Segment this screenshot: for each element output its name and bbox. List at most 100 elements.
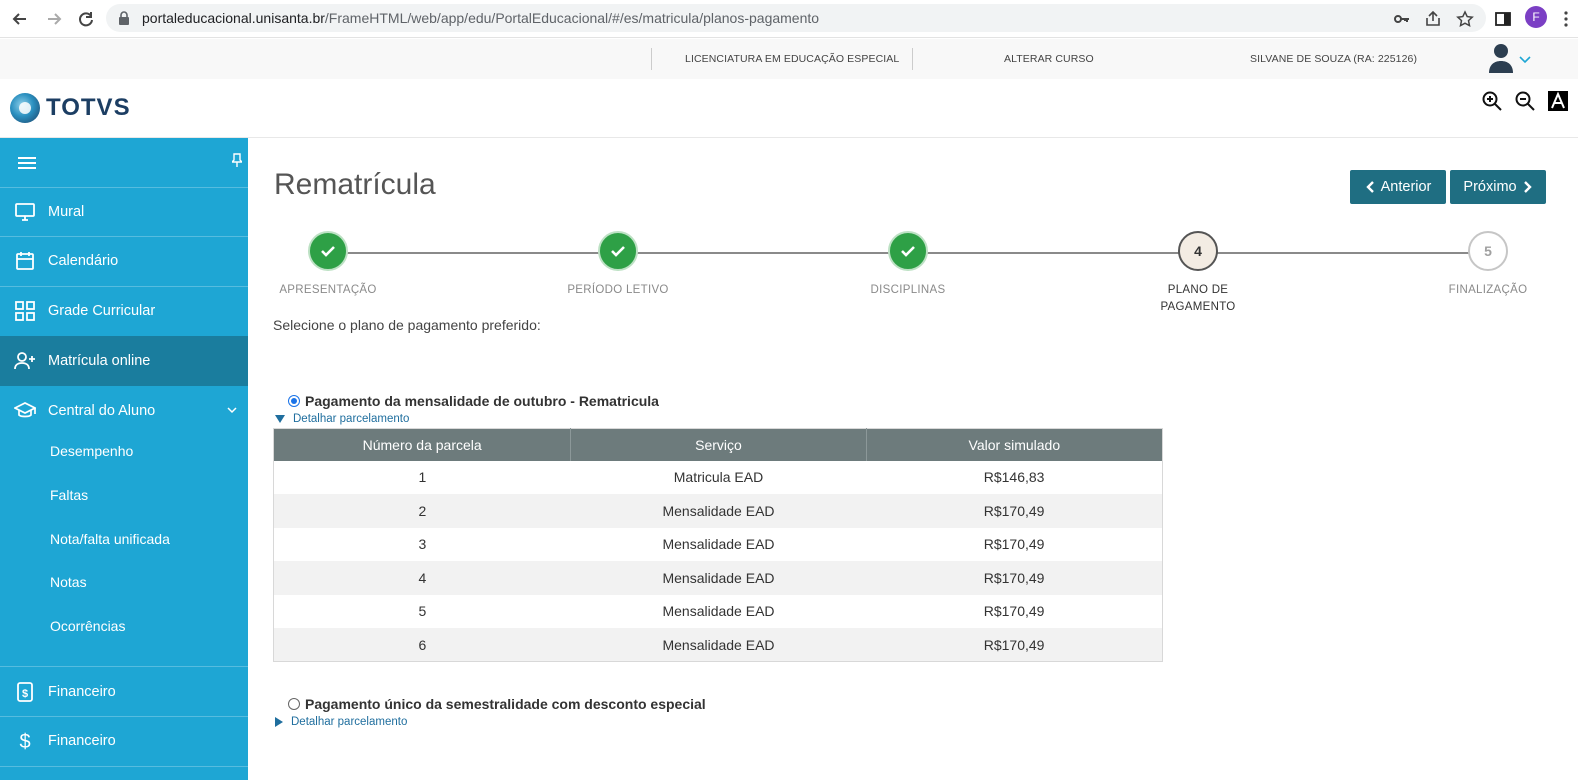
sidebar-item-grade-curricular[interactable]: Grade Curricular <box>0 286 248 336</box>
grid-icon <box>15 301 35 321</box>
step-number: 4 <box>1194 243 1202 259</box>
key-icon[interactable] <box>1390 7 1414 31</box>
user-plus-icon <box>14 352 35 370</box>
plan-option-2[interactable]: Pagamento único da semestralidade com de… <box>288 696 706 712</box>
side-panel-icon[interactable] <box>1491 7 1515 31</box>
zoom-out-icon[interactable] <box>1515 91 1535 116</box>
more-menu-icon[interactable] <box>1558 7 1574 31</box>
cell-parcela: 3 <box>273 527 571 561</box>
calendar-icon <box>16 252 34 270</box>
check-icon <box>321 246 335 257</box>
cell-servico: Mensalidade EAD <box>570 527 867 561</box>
detail-link-label: Detalhar parcelamento <box>291 716 408 728</box>
submenu-item-ocorrencias[interactable]: Ocorrências <box>50 618 125 634</box>
address-bar[interactable]: portaleducacional.unisanta.br/FrameHTML/… <box>106 4 1486 32</box>
step-label-finalizacao: FINALIZAÇÃO <box>1448 284 1528 296</box>
sidebar-item-calendario[interactable]: Calendário <box>0 236 248 286</box>
caret-down-icon <box>275 415 285 423</box>
step-label-periodo-letivo: PERÍODO LETIVO <box>567 284 669 296</box>
col-header-servico: Serviço <box>570 428 867 461</box>
profile-avatar[interactable]: F <box>1525 6 1547 28</box>
header: TOTVS <box>0 79 1578 138</box>
sidebar-item-financeiro[interactable]: $ Financeiro <box>0 667 248 717</box>
divider <box>912 48 913 70</box>
plan-option-1[interactable]: Pagamento da mensalidade de outubro - Re… <box>288 393 659 409</box>
plan-radio-2[interactable] <box>288 698 300 710</box>
submenu-item-faltas[interactable]: Faltas <box>50 487 88 503</box>
graduation-cap-icon <box>14 402 36 418</box>
current-course: LICENCIATURA EM EDUCAÇÃO ESPECIAL <box>685 53 900 65</box>
detail-toggle-1[interactable]: Detalhar parcelamento <box>275 413 409 425</box>
url-text: portaleducacional.unisanta.br/FrameHTML/… <box>142 10 819 26</box>
detail-link-label: Detalhar parcelamento <box>293 413 410 425</box>
col-header-valor: Valor simulado <box>866 428 1163 461</box>
plan-label: Pagamento da mensalidade de outubro - Re… <box>305 393 659 409</box>
submenu-item-desempenho[interactable]: Desempenho <box>50 443 133 459</box>
step-5-future: 5 <box>1468 231 1508 271</box>
sidebar-item-mural[interactable]: Mural <box>0 187 248 237</box>
change-course-link[interactable]: ALTERAR CURSO <box>1004 53 1094 65</box>
table-header-row: Número da parcela Serviço Valor simulado <box>273 428 1163 461</box>
previous-label: Anterior <box>1380 179 1432 195</box>
forward-icon[interactable] <box>42 7 66 31</box>
pin-icon[interactable] <box>232 153 242 167</box>
cell-valor: R$170,49 <box>866 628 1163 662</box>
chevron-down-icon[interactable] <box>1519 56 1531 64</box>
url-host: portaleducacional.unisanta.br <box>142 10 325 26</box>
cell-parcela: 6 <box>273 628 571 662</box>
cell-valor: R$170,49 <box>866 494 1163 528</box>
menu-toggle[interactable] <box>0 138 248 188</box>
caret-right-icon <box>275 717 283 727</box>
step-1-done <box>308 231 348 271</box>
sidebar-item-label: Matrícula online <box>48 353 151 369</box>
sidebar-item-label: Central do Aluno <box>48 403 156 419</box>
step-4-current: 4 <box>1178 231 1218 271</box>
sidebar-item-matricula-online[interactable]: Matrícula online <box>0 336 248 386</box>
submenu-item-notas[interactable]: Notas <box>50 574 87 590</box>
submenu-item-nota-falta-unificada[interactable]: Nota/falta unificada <box>50 531 170 547</box>
next-button[interactable]: Próximo <box>1450 170 1546 204</box>
zoom-in-icon[interactable] <box>1482 91 1502 116</box>
user-avatar-icon[interactable] <box>1488 43 1514 73</box>
cell-parcela: 2 <box>273 494 571 528</box>
installments-table: Número da parcela Serviço Valor simulado… <box>273 428 1163 662</box>
step-2-done <box>598 231 638 271</box>
divider <box>651 48 652 70</box>
table-row: 5 Mensalidade EAD R$170,49 <box>273 594 1163 628</box>
url-path: /FrameHTML/web/app/edu/PortalEducacional… <box>324 10 820 26</box>
sidebar-item-label: Grade Curricular <box>48 303 156 319</box>
contrast-icon[interactable] <box>1548 91 1568 116</box>
profile-initial: F <box>1532 10 1540 24</box>
user-info-bar: LICENCIATURA EM EDUCAÇÃO ESPECIAL ALTERA… <box>0 39 1578 79</box>
plan-radio-1[interactable] <box>288 395 300 407</box>
col-header-parcela: Número da parcela <box>273 428 572 461</box>
detail-toggle-2[interactable]: Detalhar parcelamento <box>275 716 407 728</box>
hamburger-icon[interactable] <box>16 152 38 174</box>
previous-button[interactable]: Anterior <box>1350 170 1446 204</box>
sidebar-item-central-do-aluno[interactable]: Central do Aluno <box>0 386 248 436</box>
star-icon[interactable] <box>1453 7 1477 31</box>
step-label-apresentacao: APRESENTAÇÃO <box>279 284 377 296</box>
sidebar-item-label: Mural <box>48 204 85 220</box>
back-icon[interactable] <box>8 7 32 31</box>
share-icon[interactable] <box>1421 7 1445 31</box>
step-3-done <box>888 231 928 271</box>
cell-parcela: 5 <box>273 594 571 628</box>
plan-label: Pagamento único da semestralidade com de… <box>305 696 706 712</box>
svg-text:$: $ <box>19 731 30 752</box>
sidebar-item-financeiro-2[interactable]: $ Financeiro <box>0 716 248 766</box>
sidebar-item-label: Financeiro <box>48 733 116 749</box>
step-number: 5 <box>1484 243 1492 259</box>
step-label-disciplinas: DISCIPLINAS <box>870 284 946 296</box>
cell-servico: Mensalidade EAD <box>570 494 867 528</box>
browser-toolbar: portaleducacional.unisanta.br/FrameHTML/… <box>0 0 1578 38</box>
next-label: Próximo <box>1463 179 1517 195</box>
reload-icon[interactable] <box>74 7 98 31</box>
divider <box>0 766 248 767</box>
cell-valor: R$170,49 <box>866 561 1163 595</box>
chevron-down-icon <box>227 407 237 414</box>
page-title: Rematrícula <box>274 168 436 201</box>
cell-valor: R$170,49 <box>866 594 1163 628</box>
cell-valor: R$170,49 <box>866 527 1163 561</box>
lock-icon <box>119 11 129 25</box>
